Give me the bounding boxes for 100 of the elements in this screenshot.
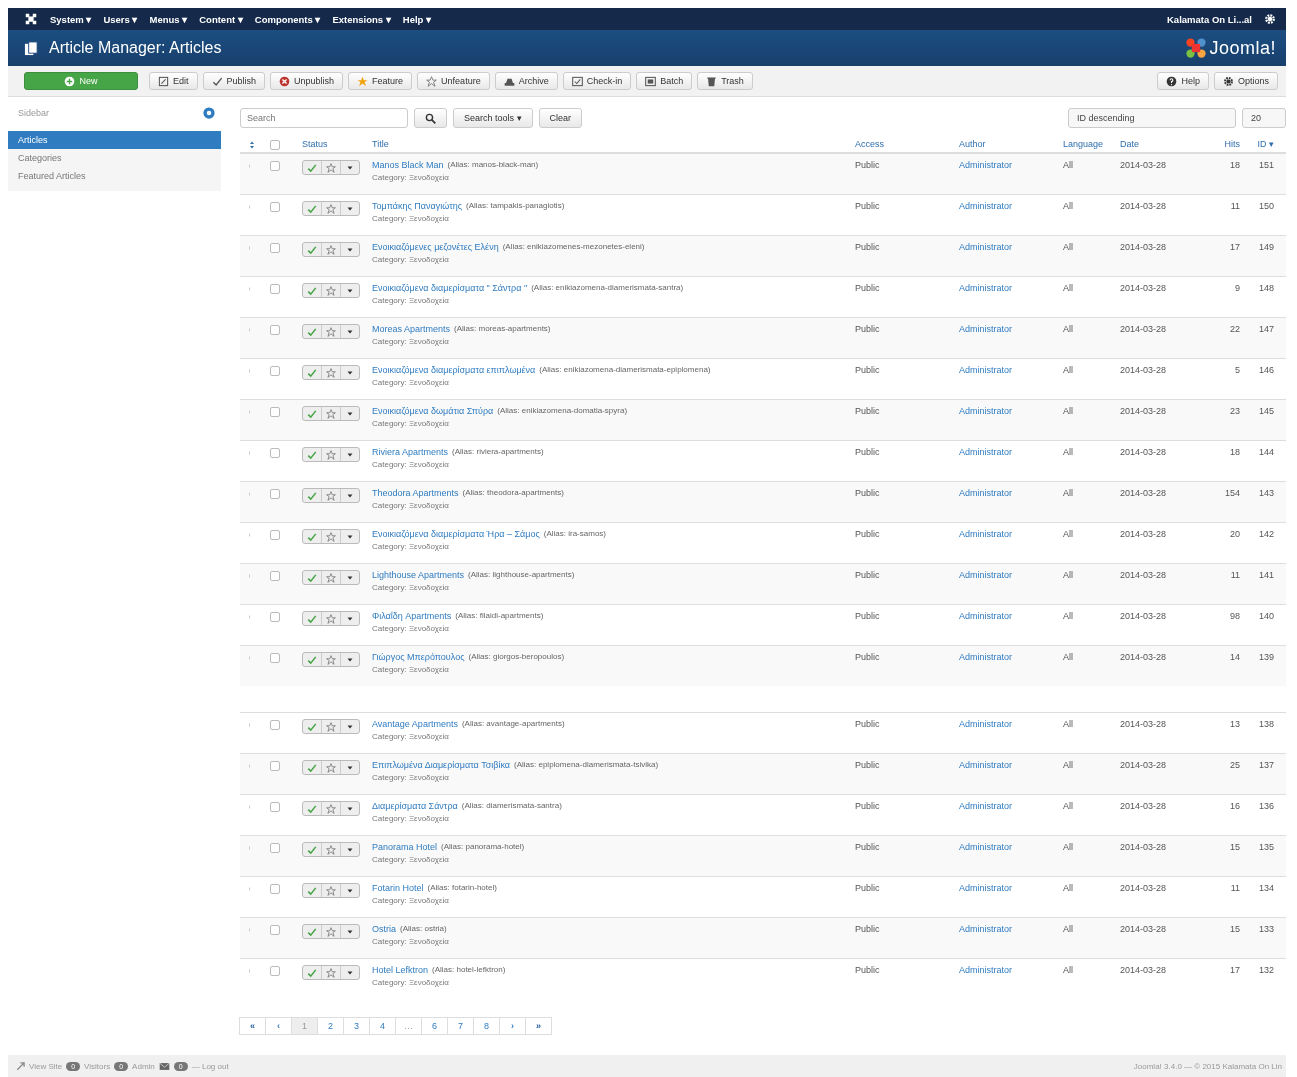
status-button-group[interactable]: [302, 324, 360, 339]
article-title-link[interactable]: Hotel Lefktron: [372, 965, 429, 975]
toolbar-button[interactable]: Help: [1157, 72, 1209, 90]
status-button-group[interactable]: [302, 570, 360, 585]
article-title-link[interactable]: Fotarin Hotel: [372, 883, 424, 893]
column-header[interactable]: ID ▾: [1257, 139, 1274, 149]
author-link[interactable]: Administrator: [959, 570, 1012, 580]
status-button-group[interactable]: [302, 201, 360, 216]
article-title-link[interactable]: Επιπλωμένα Διαμερίσματα Τσιβίκα: [372, 760, 510, 770]
author-link[interactable]: Administrator: [959, 365, 1012, 375]
select-all-checkbox[interactable]: [270, 139, 280, 150]
row-checkbox[interactable]: [270, 760, 280, 771]
author-link[interactable]: Administrator: [959, 883, 1012, 893]
article-title-link[interactable]: Riviera Apartments: [372, 447, 449, 457]
toolbar-button[interactable]: Edit: [149, 72, 198, 90]
toolbar-button[interactable]: Trash: [697, 72, 753, 90]
article-title-link[interactable]: Ενοικιαζόμενα διαμερίσματα " Σάντρα ": [372, 283, 528, 293]
page-button[interactable]: 3: [343, 1017, 370, 1035]
row-checkbox[interactable]: [270, 488, 280, 499]
article-title-link[interactable]: Ostria: [372, 924, 396, 934]
site-name-link[interactable]: Kalamata On Li...al: [1167, 13, 1252, 25]
next-page-button[interactable]: ›: [499, 1017, 526, 1035]
row-checkbox[interactable]: [270, 652, 280, 663]
row-checkbox[interactable]: [270, 965, 280, 976]
page-button[interactable]: 2: [317, 1017, 344, 1035]
column-header[interactable]: Language: [1063, 139, 1104, 149]
logout-link[interactable]: — Log out: [191, 1061, 229, 1071]
toolbar-button[interactable]: Options: [1213, 72, 1278, 90]
article-title-link[interactable]: Ενοικιαζόμενα δωμάτια Σπύρα: [372, 406, 494, 416]
status-button-group[interactable]: [302, 801, 360, 816]
row-checkbox[interactable]: [270, 842, 280, 853]
menu-item[interactable]: Menus ▾: [149, 13, 188, 25]
toolbar-button[interactable]: Unpublish: [270, 72, 344, 90]
limit-select[interactable]: 20: [1242, 108, 1286, 128]
status-button-group[interactable]: [302, 760, 360, 775]
menu-item[interactable]: Users ▾: [103, 13, 138, 25]
row-checkbox[interactable]: [270, 283, 280, 294]
last-page-button[interactable]: »: [525, 1017, 552, 1035]
status-button-group[interactable]: [302, 529, 360, 544]
status-button-group[interactable]: [302, 488, 360, 503]
author-link[interactable]: Administrator: [959, 488, 1012, 498]
row-checkbox[interactable]: [270, 801, 280, 812]
status-button-group[interactable]: [302, 652, 360, 667]
article-title-link[interactable]: Panorama Hotel: [372, 842, 438, 852]
toolbar-button[interactable]: Unfeature: [417, 72, 490, 90]
sidebar-item[interactable]: Articles: [8, 131, 221, 149]
row-checkbox[interactable]: [270, 924, 280, 935]
new-button[interactable]: New: [24, 72, 138, 90]
row-checkbox[interactable]: [270, 447, 280, 458]
row-checkbox[interactable]: [270, 160, 280, 171]
status-button-group[interactable]: [302, 883, 360, 898]
view-site-link[interactable]: View Site: [16, 1061, 63, 1071]
status-button-group[interactable]: [302, 283, 360, 298]
author-link[interactable]: Administrator: [959, 406, 1012, 416]
status-button-group[interactable]: [302, 160, 360, 175]
status-button-group[interactable]: [302, 242, 360, 257]
column-header[interactable]: Hits: [1224, 139, 1240, 149]
article-title-link[interactable]: Ενοικιαζόμενες μεζονέτες Ελένη: [372, 242, 499, 252]
author-link[interactable]: Administrator: [959, 760, 1012, 770]
user-menu[interactable]: [1264, 13, 1276, 25]
row-checkbox[interactable]: [270, 242, 280, 253]
status-button-group[interactable]: [302, 842, 360, 857]
menu-item[interactable]: System ▾: [50, 13, 92, 25]
page-button[interactable]: 1: [291, 1017, 318, 1035]
clear-button[interactable]: Clear: [538, 108, 583, 128]
author-link[interactable]: Administrator: [959, 201, 1012, 211]
article-title-link[interactable]: Φιλαΐδη Apartments: [372, 611, 452, 621]
author-link[interactable]: Administrator: [959, 160, 1012, 170]
toggle-icon[interactable]: [203, 107, 215, 119]
status-button-group[interactable]: [302, 965, 360, 980]
menu-item[interactable]: Content ▾: [199, 13, 243, 25]
previous-page-button[interactable]: ‹: [265, 1017, 292, 1035]
author-link[interactable]: Administrator: [959, 719, 1012, 729]
article-title-link[interactable]: Avantage Apartments: [372, 719, 458, 729]
row-checkbox[interactable]: [270, 883, 280, 894]
row-checkbox[interactable]: [270, 324, 280, 335]
page-button[interactable]: 6: [421, 1017, 448, 1035]
column-header[interactable]: Status: [302, 139, 328, 149]
author-link[interactable]: Administrator: [959, 652, 1012, 662]
article-title-link[interactable]: Τομπάκης Παναγιώτης: [372, 201, 463, 211]
status-button-group[interactable]: [302, 447, 360, 462]
toolbar-button[interactable]: Check-in: [562, 72, 632, 90]
article-title-link[interactable]: Ενοικιαζόμενα διαμερίσματα επιπλωμένα: [372, 365, 536, 375]
row-checkbox[interactable]: [270, 365, 280, 376]
page-button[interactable]: 8: [473, 1017, 500, 1035]
status-button-group[interactable]: [302, 924, 360, 939]
search-field[interactable]: Search: [240, 108, 408, 128]
article-title-link[interactable]: Manos Black Man: [372, 160, 444, 170]
author-link[interactable]: Administrator: [959, 242, 1012, 252]
author-link[interactable]: Administrator: [959, 447, 1012, 457]
author-link[interactable]: Administrator: [959, 324, 1012, 334]
status-button-group[interactable]: [302, 719, 360, 734]
first-page-button[interactable]: «: [239, 1017, 266, 1035]
article-title-link[interactable]: Theodora Apartments: [372, 488, 459, 498]
page-button[interactable]: 4: [369, 1017, 396, 1035]
row-checkbox[interactable]: [270, 529, 280, 540]
article-title-link[interactable]: Ενοικιαζόμενα διαμερίσματα Ήρα – Σάμος: [372, 529, 540, 539]
article-title-link[interactable]: Γιώργος Μπερόπουλος: [372, 652, 465, 662]
row-checkbox[interactable]: [270, 570, 280, 581]
menu-item[interactable]: Help ▾: [402, 13, 432, 25]
